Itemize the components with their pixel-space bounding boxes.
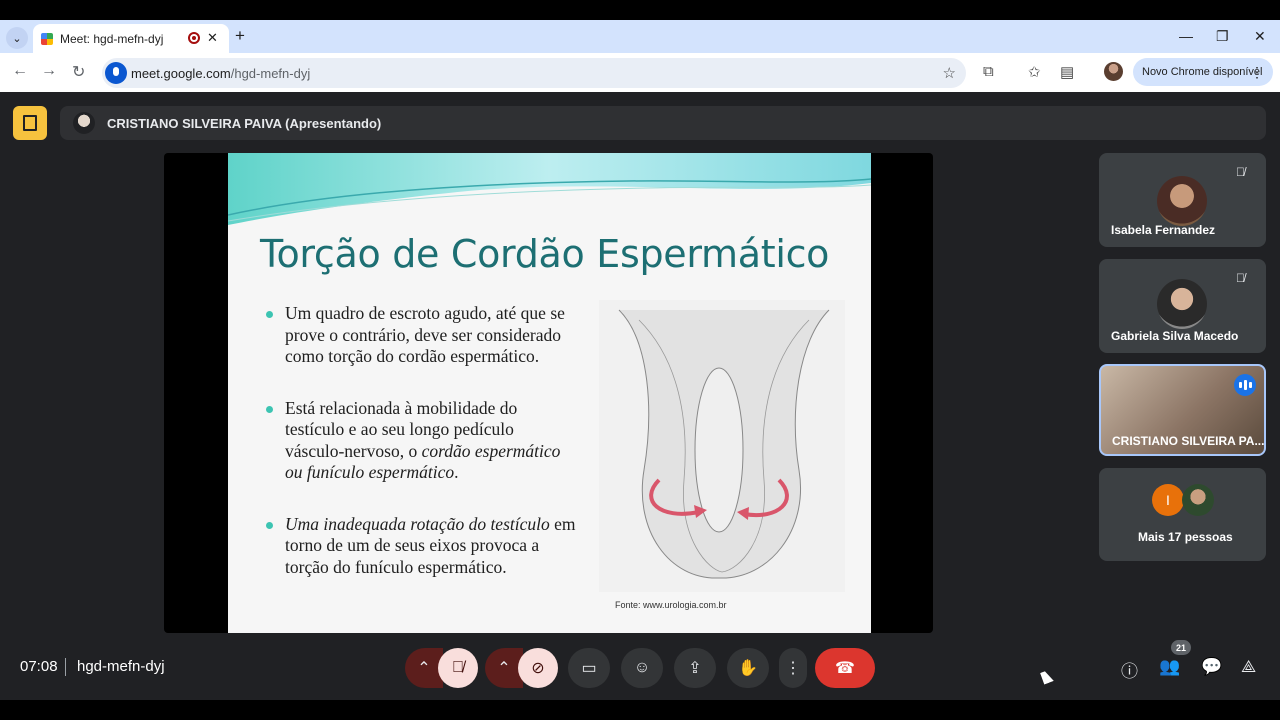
participant-name: Isabela Fernandez xyxy=(1111,223,1216,237)
activities-icon[interactable]: ⟁ xyxy=(1241,657,1256,677)
document-icon xyxy=(23,115,37,131)
avatar xyxy=(1157,176,1207,226)
people-icon[interactable]: 👥 xyxy=(1159,657,1180,677)
phone-hangup-icon: ☎ xyxy=(835,660,855,677)
site-info-icon[interactable] xyxy=(105,62,127,84)
emoji-icon: ☺ xyxy=(633,659,651,676)
chevron-up-icon: ⌃ xyxy=(497,660,511,677)
mic-toggle-button[interactable]: 🎙̸ xyxy=(438,648,478,688)
participant-name: CRISTIANO SILVEIRA PA... xyxy=(1112,434,1265,448)
more-options-button[interactable]: ⋮ xyxy=(779,648,807,688)
mic-off-icon: 🎙̸ xyxy=(1236,271,1245,285)
minimize-button[interactable]: — xyxy=(1179,28,1193,44)
hand-icon: ✋ xyxy=(738,660,758,677)
slide-source: Fonte: www.urologia.com.br xyxy=(615,600,727,610)
mic-off-icon: 🎙̸ xyxy=(452,659,464,676)
initial-avatar: I xyxy=(1152,484,1184,516)
close-window-button[interactable]: ✕ xyxy=(1254,28,1266,45)
present-button[interactable]: ⇪ xyxy=(674,648,716,688)
mic-off-icon: 🎙̸ xyxy=(1236,165,1245,179)
presenter-label: CRISTIANO SILVEIRA PAIVA (Apresentando) xyxy=(107,116,382,131)
tab-title: Meet: hgd-mefn-dyj xyxy=(60,32,164,46)
leave-call-button[interactable]: ☎ xyxy=(815,648,875,688)
divider xyxy=(65,658,66,676)
slide-title: Torção de Cordão Espermático xyxy=(260,232,830,276)
meeting-code: hgd-mefn-dyj xyxy=(77,658,165,675)
bullet-1: Um quadro de escroto agudo, até que se p… xyxy=(266,303,576,368)
avatar xyxy=(1182,484,1214,516)
favorites-icon[interactable]: ✩ xyxy=(1028,63,1041,81)
participant-tile[interactable]: 🎙̸ Gabriela Silva Macedo xyxy=(1099,259,1266,353)
host-controls-button[interactable] xyxy=(13,106,47,140)
bullet-2: Está relacionada à mobilidade do testícu… xyxy=(266,398,576,484)
bullet-3: Uma inadequada rotação do testículo em t… xyxy=(266,514,576,579)
extensions-icon[interactable]: ⧉ xyxy=(983,63,994,80)
present-screen-icon: ⇪ xyxy=(688,660,702,677)
browser-window: ⌄ Meet: hgd-mefn-dyj ✕ + — ❐ ✕ ← → ↻ mee… xyxy=(0,20,1280,92)
people-count-badge: 21 xyxy=(1171,640,1191,655)
presenter-avatar xyxy=(73,112,95,134)
participant-tile[interactable]: 🎙̸ Isabela Fernandez xyxy=(1099,153,1266,247)
restore-button[interactable]: ❐ xyxy=(1216,28,1229,45)
raise-hand-button[interactable]: ✋ xyxy=(727,648,769,688)
tab-strip: ⌄ Meet: hgd-mefn-dyj ✕ + — ❐ ✕ xyxy=(0,20,1280,53)
new-tab-button[interactable]: + xyxy=(235,27,245,44)
address-bar[interactable]: meet.google.com/hgd-mefn-dyj ☆ xyxy=(102,58,966,88)
tab-close-icon[interactable]: ✕ xyxy=(207,30,218,46)
captions-icon: ▭ xyxy=(581,660,597,677)
menu-dots-icon[interactable]: ⋮ xyxy=(1250,64,1264,81)
slide: Torção de Cordão Espermático Um quadro d… xyxy=(228,153,871,633)
meeting-info-icon[interactable]: ⓘ xyxy=(1121,657,1138,682)
browser-tab[interactable]: Meet: hgd-mefn-dyj ✕ xyxy=(33,24,229,53)
more-vert-icon: ⋮ xyxy=(785,660,801,677)
participant-tile-speaking[interactable]: CRISTIANO SILVEIRA PA... xyxy=(1099,364,1266,456)
participant-name: Gabriela Silva Macedo xyxy=(1111,329,1239,343)
back-button[interactable]: ← xyxy=(12,62,28,80)
meet-favicon-icon xyxy=(41,33,53,45)
bookmark-star-icon[interactable]: ☆ xyxy=(943,64,956,82)
screen: ⌄ Meet: hgd-mefn-dyj ✕ + — ❐ ✕ ← → ↻ mee… xyxy=(0,0,1280,720)
meet-window: CRISTIANO SILVEIRA PAIVA (Apresentando) xyxy=(0,92,1280,700)
update-chip-label: Novo Chrome disponível xyxy=(1142,66,1263,78)
reload-button[interactable]: ↻ xyxy=(72,62,85,82)
presenter-bar: CRISTIANO SILVEIRA PAIVA (Apresentando) xyxy=(60,106,1266,140)
slide-bullets: Um quadro de escroto agudo, até que se p… xyxy=(266,303,576,608)
chat-icon[interactable]: 💬 xyxy=(1201,657,1222,677)
url-text: meet.google.com/hgd-mefn-dyj xyxy=(131,66,311,81)
meeting-clock: 07:08 xyxy=(20,658,58,675)
more-participants-tile[interactable]: I Mais 17 pessoas xyxy=(1099,468,1266,561)
speaking-indicator-icon xyxy=(1234,374,1256,396)
browser-toolbar: ← → ↻ meet.google.com/hgd-mefn-dyj ☆ ⧉ ✩… xyxy=(0,53,1280,92)
update-chip[interactable]: Novo Chrome disponível ⋮ xyxy=(1133,58,1273,86)
avatar xyxy=(1157,279,1207,329)
reading-list-icon[interactable]: ▤ xyxy=(1060,63,1074,81)
forward-button[interactable]: → xyxy=(41,62,57,80)
profile-avatar[interactable] xyxy=(1104,62,1123,81)
presentation-stage: Torção de Cordão Espermático Um quadro d… xyxy=(164,153,933,633)
slide-header-wave xyxy=(228,153,871,225)
more-people-label: Mais 17 pessoas xyxy=(1138,530,1233,544)
reactions-button[interactable]: ☺ xyxy=(621,648,663,688)
tab-search-button[interactable]: ⌄ xyxy=(6,27,28,49)
recording-icon xyxy=(188,32,200,44)
mouse-cursor xyxy=(1040,669,1054,685)
anatomy-illustration xyxy=(599,300,845,592)
camera-off-icon: ⊘ xyxy=(531,660,545,677)
chevron-up-icon: ⌃ xyxy=(417,660,431,677)
camera-toggle-button[interactable]: ⊘ xyxy=(518,648,558,688)
captions-button[interactable]: ▭ xyxy=(568,648,610,688)
